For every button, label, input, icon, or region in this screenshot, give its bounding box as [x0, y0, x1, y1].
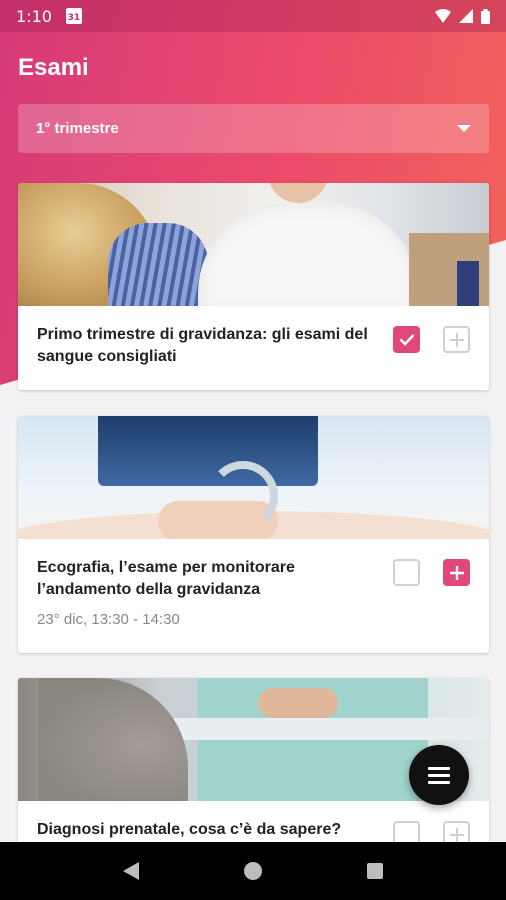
exam-card[interactable]: Ecografia, l’esame per monitorare l’anda…	[18, 416, 489, 653]
done-checkbox[interactable]	[393, 559, 420, 586]
recent-apps-icon[interactable]	[367, 863, 384, 879]
signal-icon	[459, 9, 473, 23]
dropdown-arrow-icon	[457, 125, 471, 132]
card-image-doctor	[18, 183, 489, 306]
add-to-calendar-button[interactable]	[443, 559, 470, 586]
menu-fab-button[interactable]	[409, 745, 469, 805]
trimester-dropdown[interactable]: 1° trimestre	[18, 104, 489, 153]
card-image-ultrasound	[18, 416, 489, 539]
trimester-dropdown-value: 1° trimestre	[36, 120, 119, 137]
status-time: 1:10	[16, 6, 52, 26]
card-title: Diagnosi prenatale, cosa c’è da sapere?	[37, 821, 342, 838]
card-date: 23° dic, 13:30 - 14:30	[37, 611, 180, 628]
menu-icon	[428, 766, 450, 770]
check-icon	[399, 334, 414, 346]
back-icon[interactable]	[122, 862, 139, 880]
plus-icon	[449, 565, 464, 580]
calendar-notification-icon: 31	[65, 8, 82, 24]
plus-icon	[449, 827, 464, 842]
page-title: Esami	[18, 54, 89, 81]
status-icons	[435, 8, 490, 24]
system-navigation-bar	[0, 842, 506, 900]
battery-icon	[481, 8, 490, 24]
exam-card[interactable]: Primo trimestre di gravidanza: gli esami…	[18, 183, 489, 390]
add-to-calendar-button[interactable]	[443, 326, 470, 353]
wifi-icon	[435, 9, 451, 23]
plus-icon	[449, 332, 464, 347]
card-title: Primo trimestre di gravidanza: gli esami…	[37, 326, 368, 365]
card-title: Ecografia, l’esame per monitorare l’anda…	[37, 559, 295, 598]
done-checkbox[interactable]	[393, 326, 420, 353]
home-icon[interactable]	[243, 862, 262, 880]
status-bar: 1:10 31	[0, 0, 506, 32]
